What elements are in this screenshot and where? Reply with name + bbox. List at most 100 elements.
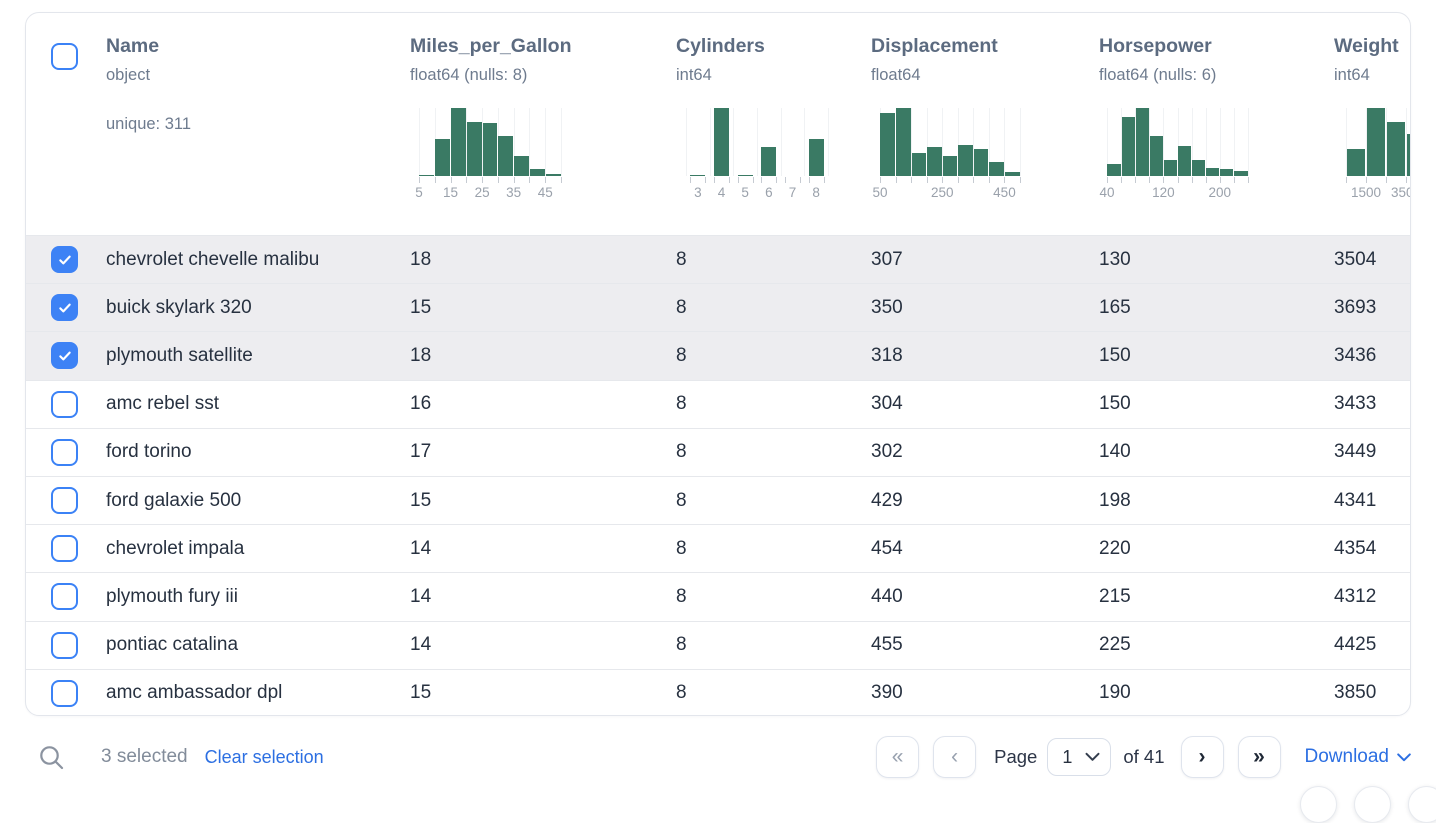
row-check-cell	[26, 391, 106, 418]
table-row[interactable]: chevrolet impala1484542204354	[26, 524, 1410, 572]
select-all-checkbox[interactable]	[51, 43, 78, 70]
row-checkbox[interactable]	[51, 583, 78, 610]
table-row[interactable]: ford galaxie 5001584291984341	[26, 476, 1410, 524]
cell-cylinders: 8	[676, 490, 871, 512]
hist-tick-label: 3	[694, 185, 702, 200]
column-title: Miles_per_Gallon	[410, 34, 676, 58]
hist-bar	[1150, 136, 1163, 176]
column-header-displacement[interactable]: Displacement float64 50250450	[871, 34, 1099, 235]
hist-bar	[451, 108, 466, 176]
row-checkbox[interactable]	[51, 342, 78, 369]
hist-tick-label: 450	[993, 185, 1016, 200]
page-select[interactable]: 1	[1047, 738, 1111, 776]
column-header-cylinders[interactable]: Cylinders int64 345678	[676, 34, 871, 235]
cell-miles-per-gallon: 16	[410, 393, 676, 415]
table-row[interactable]: amc ambassador dpl1583901903850	[26, 669, 1410, 716]
cell-weight: 3850	[1334, 682, 1411, 704]
hist-bar	[514, 156, 529, 176]
cell-horsepower: 150	[1099, 393, 1334, 415]
download-button[interactable]: Download	[1305, 746, 1412, 768]
cell-name: amc ambassador dpl	[106, 682, 410, 704]
row-checkbox[interactable]	[51, 680, 78, 707]
cell-miles-per-gallon: 14	[410, 586, 676, 608]
last-page-button[interactable]: »	[1238, 736, 1281, 778]
cell-name: plymouth fury iii	[106, 586, 410, 608]
selected-count: 3 selected	[101, 746, 188, 768]
row-checkbox[interactable]	[51, 294, 78, 321]
hist-bar	[1192, 160, 1205, 176]
histogram-weight: 40120200	[1107, 108, 1248, 201]
cell-horsepower: 165	[1099, 297, 1334, 319]
column-dtype: int64	[1334, 64, 1411, 86]
clear-selection-link[interactable]: Clear selection	[205, 747, 324, 768]
hist-bar	[809, 139, 824, 176]
hist-bar	[530, 169, 545, 176]
hist-bar	[1107, 164, 1120, 176]
row-checkbox[interactable]	[51, 632, 78, 659]
next-page-button[interactable]: ›	[1181, 736, 1224, 778]
cell-name: amc rebel sst	[106, 393, 410, 415]
cell-horsepower: 225	[1099, 634, 1334, 656]
hist-tick	[1020, 177, 1021, 183]
histogram-weight: 15003500	[1346, 108, 1411, 201]
prev-page-button[interactable]: ‹	[933, 736, 976, 778]
cell-miles-per-gallon: 18	[410, 249, 676, 271]
hist-bar	[880, 113, 895, 176]
column-dtype: float64	[871, 64, 1099, 86]
footer-left: 3 selected Clear selection	[25, 744, 324, 771]
row-check-cell	[26, 535, 106, 562]
row-check-cell	[26, 246, 106, 273]
row-checkbox[interactable]	[51, 439, 78, 466]
cell-displacement: 304	[871, 393, 1099, 415]
cell-name: chevrolet chevelle malibu	[106, 249, 410, 271]
cell-cylinders: 8	[676, 249, 871, 271]
hist-tick-label: 15	[443, 185, 458, 200]
hist-bar	[958, 145, 973, 176]
hist-gridline	[1248, 108, 1249, 176]
table-row[interactable]: ford torino1783021403449	[26, 428, 1410, 476]
table-row[interactable]: chevrolet chevelle malibu1883071303504	[26, 235, 1410, 283]
cell-weight: 3693	[1334, 297, 1411, 319]
hist-bar	[1220, 169, 1233, 176]
table-row[interactable]: pontiac catalina1484552254425	[26, 621, 1410, 669]
hist-bar	[435, 139, 450, 176]
table-row[interactable]: plymouth fury iii1484402154312	[26, 572, 1410, 620]
hist-bar	[927, 147, 942, 176]
hist-bar	[896, 108, 911, 176]
hist-bar	[912, 153, 927, 176]
cell-name: chevrolet impala	[106, 538, 410, 560]
hist-tick	[561, 177, 562, 183]
hist-gridline	[545, 108, 546, 176]
table-row[interactable]: plymouth satellite1883181503436	[26, 331, 1410, 379]
row-checkbox[interactable]	[51, 487, 78, 514]
page-label: Page	[994, 746, 1037, 768]
hist-gridline	[529, 108, 530, 176]
hist-gridline	[1220, 108, 1221, 176]
hist-tick-label: 3500	[1391, 185, 1411, 200]
hist-tick-label: 7	[789, 185, 797, 200]
hist-gridline	[1206, 108, 1207, 176]
row-checkbox[interactable]	[51, 535, 78, 562]
column-header-name[interactable]: Name object unique: 311	[106, 34, 410, 235]
column-header-weight[interactable]: Weight int64 15003500	[1334, 34, 1411, 235]
row-checkbox[interactable]	[51, 246, 78, 273]
cell-horsepower: 190	[1099, 682, 1334, 704]
cell-cylinders: 8	[676, 634, 871, 656]
hist-tick-label: 8	[812, 185, 820, 200]
hist-gridline	[828, 108, 829, 176]
column-title: Cylinders	[676, 34, 871, 58]
table-footer: 3 selected Clear selection « ‹ Page 1 of…	[25, 728, 1411, 786]
table-row[interactable]: buick skylark 3201583501653693	[26, 283, 1410, 331]
row-check-cell	[26, 680, 106, 707]
row-checkbox[interactable]	[51, 391, 78, 418]
search-icon[interactable]	[38, 744, 65, 771]
hist-bar	[1206, 168, 1219, 176]
hist-tick-label: 4	[718, 185, 726, 200]
column-title: Name	[106, 34, 410, 58]
cell-cylinders: 8	[676, 586, 871, 608]
column-header-miles-per-gallon[interactable]: Miles_per_Gallon float64 (nulls: 8) 5152…	[410, 34, 676, 235]
table-row[interactable]: amc rebel sst1683041503433	[26, 380, 1410, 428]
column-header-horsepower[interactable]: Horsepower float64 (nulls: 6) 40120200	[1099, 34, 1334, 235]
first-page-button[interactable]: «	[876, 736, 919, 778]
column-title: Displacement	[871, 34, 1099, 58]
